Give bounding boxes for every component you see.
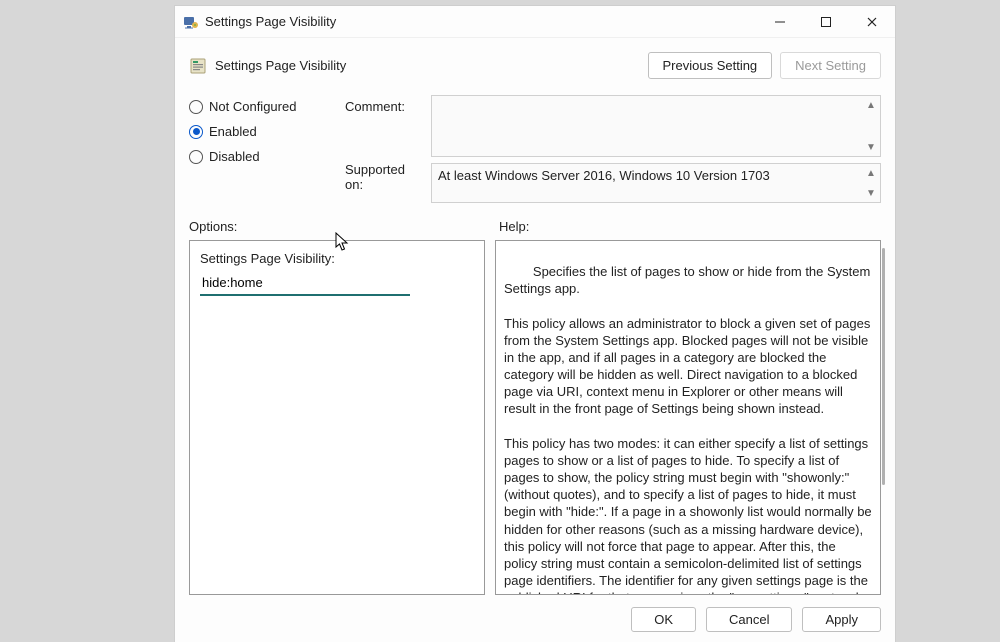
supported-on-label: Supported on: [345, 162, 425, 192]
comment-field[interactable]: ▲ ▼ [431, 95, 881, 157]
help-heading: Help: [499, 219, 529, 234]
settings-page-visibility-input[interactable] [200, 272, 410, 296]
close-button[interactable] [849, 6, 895, 38]
ok-button[interactable]: OK [631, 607, 696, 632]
config-grid: Not Configured Enabled Disabled Comment:… [175, 85, 895, 203]
options-pane: Settings Page Visibility: [189, 240, 485, 595]
radio-icon [189, 150, 203, 164]
config-labels: Comment: Supported on: [345, 95, 425, 203]
radio-disabled[interactable]: Disabled [189, 149, 339, 164]
app-icon [183, 14, 199, 30]
help-pane[interactable]: Specifies the list of pages to show or h… [495, 240, 881, 595]
comment-label: Comment: [345, 99, 425, 114]
policy-icon [189, 57, 207, 75]
scroll-up-icon[interactable]: ▲ [864, 98, 878, 112]
options-field-label: Settings Page Visibility: [200, 251, 474, 266]
window-title: Settings Page Visibility [205, 14, 336, 29]
help-text: Specifies the list of pages to show or h… [504, 264, 875, 595]
scroll-down-icon[interactable]: ▼ [864, 140, 878, 154]
section-labels: Options: Help: [175, 203, 895, 240]
state-radio-group: Not Configured Enabled Disabled [189, 95, 339, 203]
cancel-button[interactable]: Cancel [706, 607, 792, 632]
maximize-button[interactable] [803, 6, 849, 38]
radio-label-text: Disabled [209, 149, 260, 164]
help-scrollbar-thumb[interactable] [882, 248, 885, 485]
radio-label-text: Enabled [209, 124, 257, 139]
radio-enabled[interactable]: Enabled [189, 124, 339, 139]
dialog-footer: OK Cancel Apply [175, 595, 895, 642]
radio-icon [189, 100, 203, 114]
titlebar: Settings Page Visibility [175, 6, 895, 38]
page-title: Settings Page Visibility [215, 58, 346, 73]
lower-panes: Settings Page Visibility: Specifies the … [175, 240, 895, 595]
options-heading: Options: [189, 219, 499, 234]
dialog-window: Settings Page Visibility Settings Page V… [175, 6, 895, 642]
radio-not-configured[interactable]: Not Configured [189, 99, 339, 114]
previous-setting-button[interactable]: Previous Setting [648, 52, 773, 79]
scroll-down-icon[interactable]: ▼ [864, 186, 878, 200]
config-fields: ▲ ▼ At least Windows Server 2016, Window… [431, 95, 881, 203]
scroll-up-icon[interactable]: ▲ [864, 166, 878, 180]
help-scrollbar[interactable] [882, 248, 887, 587]
header-row: Settings Page Visibility Previous Settin… [175, 38, 895, 85]
radio-label-text: Not Configured [209, 99, 296, 114]
next-setting-button[interactable]: Next Setting [780, 52, 881, 79]
radio-icon [189, 125, 203, 139]
supported-on-field: At least Windows Server 2016, Windows 10… [431, 163, 881, 203]
minimize-button[interactable] [757, 6, 803, 38]
apply-button[interactable]: Apply [802, 607, 881, 632]
supported-on-value: At least Windows Server 2016, Windows 10… [438, 168, 770, 183]
